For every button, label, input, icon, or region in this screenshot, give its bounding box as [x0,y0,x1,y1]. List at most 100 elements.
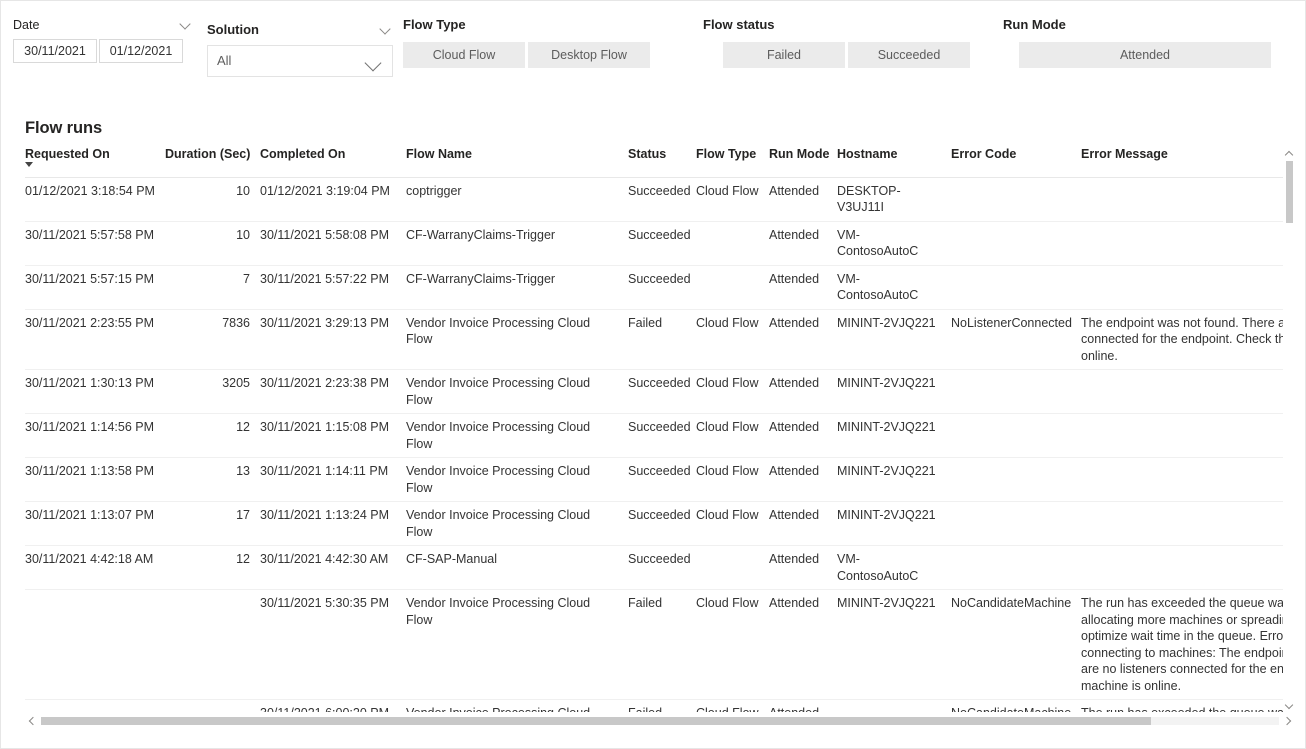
cell-run-mode: Attended [769,546,837,590]
column-header-flow-type[interactable]: Flow Type [696,147,769,177]
vertical-scrollbar[interactable] [1283,147,1295,712]
table-row[interactable]: 30/11/2021 5:57:58 PM1030/11/2021 5:58:0… [25,221,1283,265]
column-header-error-message[interactable]: Error Message [1081,147,1283,177]
table-header-row: Requested On Duration (Sec) Completed On… [25,147,1283,177]
cell-flow-type: Cloud Flow [696,309,769,370]
run-mode-option-attended[interactable]: Attended [1019,42,1271,68]
column-header-duration[interactable]: Duration (Sec) [165,147,260,177]
cell-error-code [951,177,1081,221]
table-row[interactable]: 30/11/2021 1:14:56 PM1230/11/2021 1:15:0… [25,414,1283,458]
cell-run-mode: Attended [769,309,837,370]
column-header-flow-name[interactable]: Flow Name [406,147,628,177]
cell-duration: 3205 [165,370,260,414]
cell-error-message [1081,265,1283,309]
flow-runs-table-header: Requested On Duration (Sec) Completed On… [25,147,1283,177]
cell-flow-name: Vendor Invoice Processing Cloud Flow [406,309,628,370]
table-row[interactable]: 30/11/2021 5:57:15 PM730/11/2021 5:57:22… [25,265,1283,309]
cell-duration: 12 [165,546,260,590]
cell-flow-type [696,546,769,590]
run-mode-button-group: Attended [1019,42,1271,68]
cell-duration: 7 [165,265,260,309]
flow-type-slicer-label: Flow Type [403,17,466,33]
flow-runs-table: Requested On Duration (Sec) Completed On… [25,147,1283,712]
horizontal-scrollbar-thumb[interactable] [41,717,1151,725]
cell-requested-on: 30/11/2021 4:42:18 AM [25,546,165,590]
date-range-inputs [13,39,183,63]
cell-error-message: The endpoint was not found. There are no… [1081,309,1283,370]
solution-selected-value: All [217,53,231,68]
cell-error-message [1081,370,1283,414]
column-header-status[interactable]: Status [628,147,696,177]
cell-flow-type: Cloud Flow [696,590,769,700]
cell-flow-name: CF-SAP-Manual [406,546,628,590]
cell-requested-on: 30/11/2021 1:13:58 PM [25,458,165,502]
table-row[interactable]: 30/11/2021 1:13:07 PM1730/11/2021 1:13:2… [25,502,1283,546]
scroll-up-icon[interactable] [1283,147,1295,159]
horizontal-scrollbar[interactable] [25,714,1295,728]
date-slicer-label: Date [13,17,39,33]
cell-error-message [1081,221,1283,265]
cell-flow-type: Cloud Flow [696,370,769,414]
scroll-down-icon[interactable] [1283,700,1295,712]
cell-run-mode: Attended [769,265,837,309]
solution-dropdown[interactable]: All [207,45,393,77]
cell-flow-type [696,221,769,265]
cell-error-code: NoListenerConnected [951,309,1081,370]
cell-run-mode: Attended [769,502,837,546]
cell-run-mode: Attended [769,414,837,458]
flow-type-option-cloud-flow[interactable]: Cloud Flow [403,42,525,68]
flow-type-option-desktop-flow[interactable]: Desktop Flow [528,42,650,68]
chevron-down-icon[interactable] [179,18,193,32]
cell-error-code [951,414,1081,458]
cell-completed-on: 30/11/2021 5:30:35 PM [260,590,406,700]
cell-flow-name: Vendor Invoice Processing Cloud Flow [406,590,628,700]
flow-status-option-failed[interactable]: Failed [723,42,845,68]
table-row[interactable]: 30/11/2021 2:23:55 PM783630/11/2021 3:29… [25,309,1283,370]
cell-hostname: VM-ContosoAutoC [837,265,951,309]
scroll-right-icon[interactable] [1281,714,1295,728]
flow-type-button-group: Cloud Flow Desktop Flow [403,42,650,68]
column-header-hostname[interactable]: Hostname [837,147,951,177]
cell-flow-name: Vendor Invoice Processing Cloud Flow [406,370,628,414]
table-row[interactable]: 01/12/2021 3:18:54 PM1001/12/2021 3:19:0… [25,177,1283,221]
chevron-down-icon[interactable] [379,23,393,37]
cell-status: Succeeded [628,414,696,458]
cell-completed-on: 01/12/2021 3:19:04 PM [260,177,406,221]
table-row[interactable]: 30/11/2021 5:30:35 PMVendor Invoice Proc… [25,590,1283,700]
date-from-input[interactable] [13,39,97,63]
cell-requested-on: 30/11/2021 1:30:13 PM [25,370,165,414]
cell-duration [165,700,260,713]
table-row[interactable]: 30/11/2021 1:30:13 PM320530/11/2021 2:23… [25,370,1283,414]
sort-descending-icon[interactable] [25,162,33,167]
cell-run-mode: Attended [769,221,837,265]
page-title: Flow runs [25,119,102,138]
date-to-input[interactable] [99,39,183,63]
column-header-error-code[interactable]: Error Code [951,147,1081,177]
cell-run-mode: Attended [769,177,837,221]
cell-flow-name: CF-WarranyClaims-Trigger [406,221,628,265]
vertical-scrollbar-thumb[interactable] [1286,161,1293,223]
cell-hostname: MININT-2VJQ221 [837,414,951,458]
cell-completed-on: 30/11/2021 1:15:08 PM [260,414,406,458]
cell-requested-on [25,590,165,700]
cell-error-code [951,546,1081,590]
cell-flow-type: Cloud Flow [696,502,769,546]
scroll-left-icon[interactable] [25,714,39,728]
cell-error-code [951,265,1081,309]
solution-slicer-label: Solution [207,22,259,38]
column-header-completed-on[interactable]: Completed On [260,147,406,177]
table-row[interactable]: 30/11/2021 1:13:58 PM1330/11/2021 1:14:1… [25,458,1283,502]
column-header-run-mode[interactable]: Run Mode [769,147,837,177]
cell-flow-type: Cloud Flow [696,177,769,221]
cell-completed-on: 30/11/2021 2:23:38 PM [260,370,406,414]
flow-status-option-succeeded[interactable]: Succeeded [848,42,970,68]
table-row[interactable]: 30/11/2021 4:42:18 AM1230/11/2021 4:42:3… [25,546,1283,590]
column-header-requested-on[interactable]: Requested On [25,147,165,177]
cell-status: Succeeded [628,265,696,309]
cell-run-mode: Attended [769,700,837,713]
cell-requested-on: 30/11/2021 2:23:55 PM [25,309,165,370]
cell-error-code [951,370,1081,414]
table-row[interactable]: 30/11/2021 6:00:20 PMVendor Invoice Proc… [25,700,1283,713]
cell-hostname: MININT-2VJQ221 [837,309,951,370]
cell-error-code: NoCandidateMachine [951,590,1081,700]
